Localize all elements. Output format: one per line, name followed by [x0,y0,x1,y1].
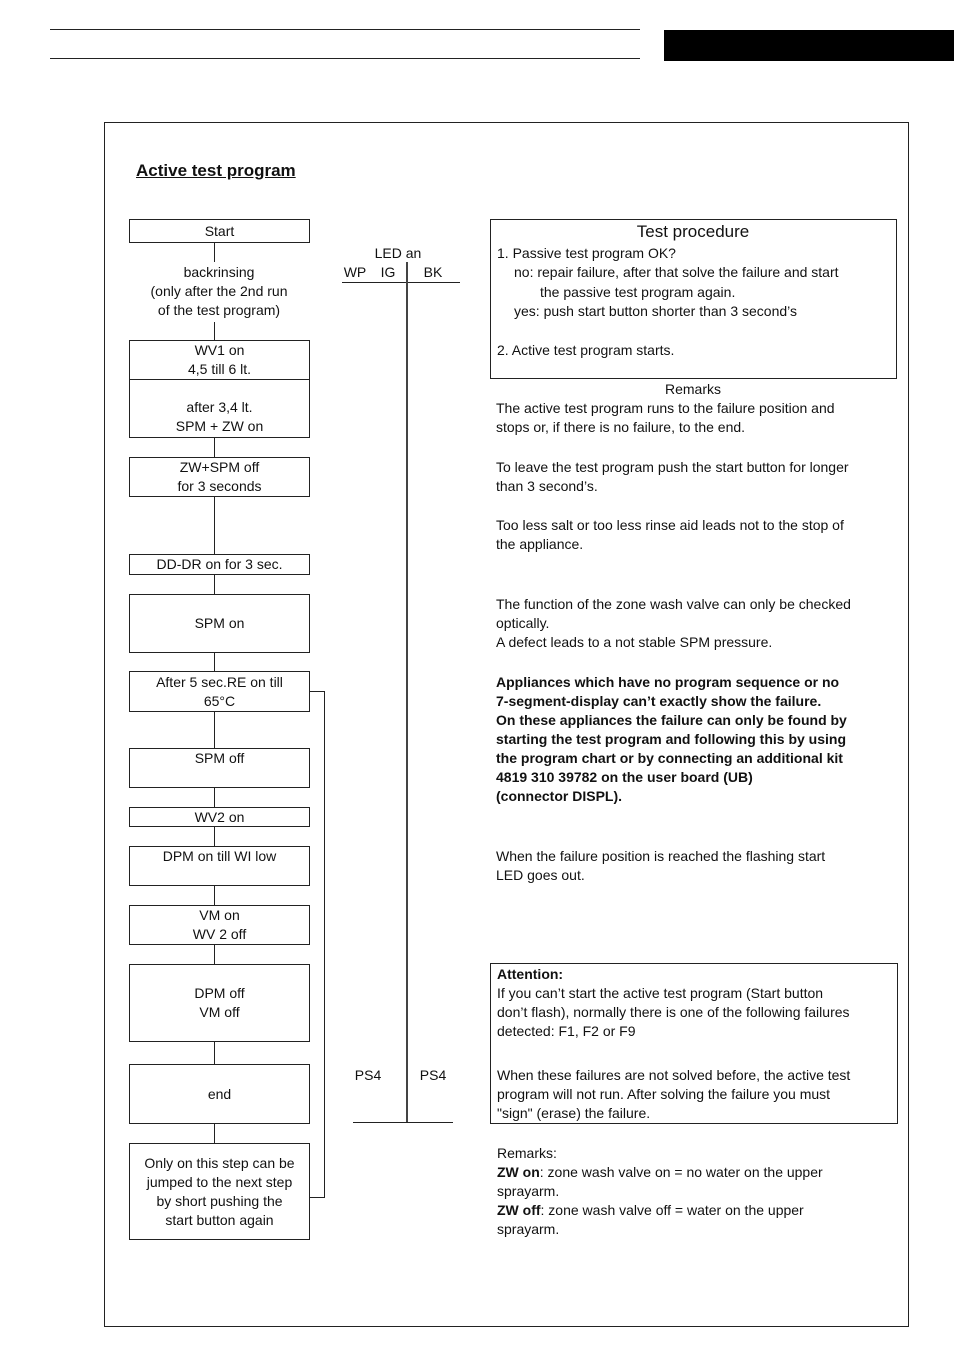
test-procedure-title: Test procedure [636,222,750,241]
page-title: Active test program [136,161,296,180]
flow-step-start: Start [129,219,310,243]
procedure-line: 1. Passive test program OK? [497,245,676,261]
attention-text: If you can’t start the active test progr… [497,985,850,1039]
remarks-title: Remarks [664,381,722,397]
led-ps4-left: PS4 [354,1067,382,1083]
procedure-line: no: repair failure, after that solve the… [514,264,839,280]
flow-note-backrinsing: backrinsing (only after the 2nd run of the… [150,264,288,318]
flow-step-dpmon: DPM on till WI low [129,846,310,886]
remarks-p1: The active test program runs to the fail… [496,400,835,435]
led-bottom-rule [353,1122,453,1123]
procedure-line: yes: push start button shorter than 3 se… [514,303,798,319]
attention-text: When these failures are not solved befor… [497,1067,851,1121]
flow-step-after34: after 3,4 lt. SPM + ZW on [129,379,310,438]
led-col-bk: BK [423,264,443,280]
remarks-bold: Appliances which have no program sequenc… [496,674,847,804]
led-ps4-right: PS4 [419,1067,447,1083]
led-col-wp: WP [343,264,367,280]
bracket [324,691,325,1198]
led-col-ig: IG [380,264,396,280]
connector [214,242,215,262]
flow-step-spmoff: SPM off [129,748,310,788]
flow-step-vmon: VM on WV 2 off [129,905,310,945]
flow-step-end: end [129,1064,310,1124]
header-rule [50,58,640,59]
footer-remarks: Remarks: ZW on: zone wash valve on = no … [497,1145,823,1237]
procedure-line: the passive test program again. [540,284,736,300]
remarks-p5: When the failure position is reached the… [496,848,826,883]
flow-step-after5: After 5 sec.RE on till 65°C [129,671,310,712]
remarks-p4: The function of the zone wash valve can … [496,596,851,650]
document-page: Active test program Start backrinsing (on… [0,0,954,1351]
flow-step-wv2on: WV2 on [129,807,310,827]
remarks-p3: Too less salt or too less rinse aid lead… [496,517,844,552]
flow-step-dddr: DD-DR on for 3 sec. [129,554,310,575]
header-bar [664,30,954,61]
bracket [309,691,324,692]
flow-step-spmon: SPM on [129,594,310,653]
header-rule [50,29,640,30]
flow-step-dpmoff: DPM off VM off [129,964,310,1042]
flow-step-wv1: WV1 on 4,5 till 6 lt. [129,340,310,380]
led-rule [342,282,460,283]
flow-step-onlyon: Only on this step can be jumped to the ne… [129,1143,310,1240]
procedure-line: 2. Active test program starts. [497,342,675,358]
led-divider [406,262,408,1123]
bracket [309,1197,324,1198]
led-title: LED an [374,245,422,261]
attention-title: Attention: [497,966,564,982]
remarks-p2: To leave the test program push the start… [496,459,849,494]
flow-step-zwspmoff: ZW+SPM off for 3 seconds [129,457,310,497]
